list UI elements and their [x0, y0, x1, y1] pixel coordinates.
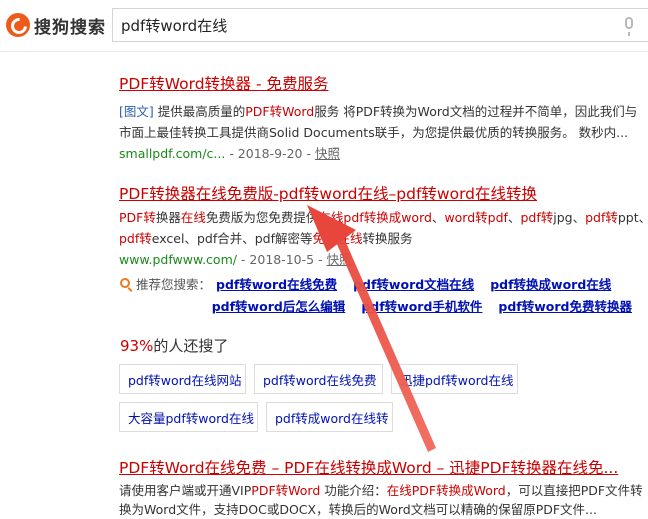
snippet-keyword: 免费在线 — [312, 231, 363, 246]
also-searched-title: 93%的人还搜了 — [120, 335, 228, 356]
snippet-text: jpg、 — [553, 210, 586, 225]
snippet-keyword: pdf转 — [119, 231, 152, 246]
snapshot-link[interactable]: 快照 — [327, 252, 352, 267]
result-snippet: PDF转换器在线免费版为您免费提供在线pdf转换成word、word转pdf、p… — [119, 207, 648, 249]
title-keyword: PDF转Word转换器 — [119, 75, 252, 93]
recommend-link[interactable]: pdf转word在线免费 — [216, 274, 337, 293]
recommend-link[interactable]: pdf转word手机软件 — [361, 296, 482, 315]
snippet-text: 、 — [507, 210, 521, 225]
snippet-text: ppt、 — [617, 210, 648, 225]
snippet-keyword: pdf转 — [520, 210, 554, 225]
search-box[interactable] — [112, 8, 648, 42]
snippet-text: ，可以直接把PDF文件转 — [505, 483, 643, 498]
title-keyword: 免费 — [235, 459, 267, 477]
snippet-text: 换为Word文件，支持DOC或DOCX，转换后的Word文档可以精确的保留原PD… — [119, 502, 597, 517]
snippet-text: 请使用客户端或开通VIP — [119, 483, 252, 498]
also-searched-text: 的人还搜了 — [153, 337, 229, 355]
related-search-chip[interactable]: pdf转word在线网站 — [119, 364, 246, 394]
result-cite: smallpdf.com/c... - 2018-9-20 - 快照 — [119, 143, 648, 165]
title-text: – PDF在线转换成Word – 迅捷PDF转换器在线免... — [266, 459, 619, 477]
snippet-text: excel、pdf合并、pdf解密等 — [151, 231, 313, 246]
result-snippet: [图文] 提供最高质量的PDF转Word服务 将PDF转换为Word文档的过程并… — [119, 101, 648, 143]
snippet-keyword: 在线PDF转换成Word — [386, 483, 506, 498]
snippet-keyword: 在线pdf转换成word — [318, 210, 432, 225]
snippet-text: 提供最高质量的 — [153, 104, 246, 119]
related-search-chip[interactable]: 大容量pdf转word在线 — [119, 402, 258, 432]
result-title-link[interactable]: PDF转Word转换器 - 免费服务 — [119, 73, 648, 95]
recommend-label: 推荐您搜索： — [120, 274, 216, 293]
snippet-text: 功能介绍： — [320, 483, 387, 498]
recommend-link[interactable]: pdf转word文档在线 — [353, 274, 474, 293]
result-snippet: 请使用客户端或开通VIPPDF转Word 功能介绍：在线PDF转换成Word，可… — [119, 481, 648, 519]
snippet-keyword: 在线 — [180, 210, 206, 225]
also-searched-percent: 93% — [120, 337, 154, 355]
snippet-text: 服务 将PDF转换为Word文档的过程并不简单，因此我们与 — [314, 104, 638, 119]
snippet-keyword: word转pdf — [444, 210, 508, 225]
recommend-link[interactable]: pdf转word免费转换器 — [498, 296, 632, 315]
snippet-keyword: PDF转Word — [245, 104, 315, 119]
result-date: - 2018-10-5 - — [236, 252, 327, 267]
snippet-text: 市面上最佳转换工具提供商Solid Documents联手，为您提供最优质的转换… — [119, 125, 629, 140]
snippet-text: 换器 — [155, 210, 181, 225]
recommend-link[interactable]: pdf转word后怎么编辑 — [212, 296, 346, 315]
result-url: www.pdfwww.com/ — [119, 252, 237, 267]
magnifier-icon — [120, 278, 130, 288]
image-text-tag[interactable]: [图文] — [119, 104, 154, 119]
title-text: PDF转换器在线免费版-pdf转word在线–pdf转word在线转换 — [119, 185, 538, 203]
related-search-chip[interactable]: 迅捷pdf转word在线 — [391, 364, 518, 394]
sogou-logo[interactable]: 搜狗搜索 — [6, 11, 106, 39]
title-keyword: PDF转Word在线 — [119, 459, 236, 477]
snippet-text: 免费版为您免费提供 — [205, 210, 319, 225]
search-header: 搜狗搜索 — [0, 0, 648, 52]
result-date: - 2018-9-20 - — [225, 146, 315, 161]
snippet-keyword: 转 — [143, 210, 156, 225]
result-url: smallpdf.com/c... — [119, 146, 226, 161]
snippet-keyword: PDF — [119, 210, 144, 225]
sogou-logo-icon — [6, 13, 30, 37]
result-title-link[interactable]: PDF转换器在线免费版-pdf转word在线–pdf转word在线转换 — [119, 183, 648, 205]
snippet-keyword: PDF转Word — [251, 483, 321, 498]
related-search-chip[interactable]: pdf转成word在线转 — [266, 402, 393, 432]
result-item: PDF转Word转换器 - 免费服务 [图文] 提供最高质量的PDF转Word服… — [119, 73, 648, 165]
recommend-label-text: 推荐您搜索： — [136, 276, 212, 292]
recommended-searches: 推荐您搜索： pdf转word在线免费 pdf转word文档在线 pdf转换成w… — [120, 272, 648, 316]
snapshot-link[interactable]: 快照 — [315, 146, 340, 161]
related-search-chip[interactable]: pdf转word在线免费 — [254, 364, 383, 394]
recommend-link[interactable]: pdf转换成word在线 — [490, 274, 611, 293]
result-item: PDF转Word在线免费 – PDF在线转换成Word – 迅捷PDF转换器在线… — [119, 457, 648, 519]
result-title-link[interactable]: PDF转Word在线免费 – PDF在线转换成Word – 迅捷PDF转换器在线… — [119, 457, 648, 479]
title-text: - 免费服务 — [251, 75, 329, 93]
search-input[interactable] — [121, 9, 601, 41]
snippet-keyword: pdf转 — [585, 210, 618, 225]
microphone-icon[interactable] — [625, 17, 633, 36]
result-item: PDF转换器在线免费版-pdf转word在线–pdf转word在线转换 PDF转… — [119, 183, 648, 271]
snippet-text: 转换服务 — [362, 231, 413, 246]
snippet-text: 、 — [431, 210, 445, 225]
logo-text: 搜狗搜索 — [34, 17, 106, 38]
result-cite: www.pdfwww.com/ - 2018-10-5 - 快照 — [119, 249, 648, 271]
